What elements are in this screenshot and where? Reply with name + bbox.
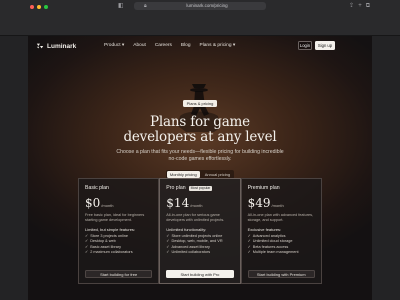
hero-section: Plans & pricing Plans for game developer… (28, 92, 372, 181)
plan-period: /month (190, 203, 203, 208)
check-icon: ✓ (247, 250, 251, 255)
page-title: Plans for game developers at any level (28, 115, 372, 145)
sidebar-toggle-icon[interactable]: ◧ (118, 1, 124, 11)
plan-card-premium: Premium plan $49 /month All-in-one plan … (240, 178, 322, 284)
plan-price: $49 (247, 196, 271, 210)
plan-period: /month (101, 203, 114, 208)
feature-item: ✓ Multiple team management (247, 250, 299, 255)
pricing-page: Luminark Product ▾ About Careers Blog Pl… (28, 36, 372, 300)
menu-item-plans-pricing[interactable]: Plans & pricing ▾ (200, 43, 236, 48)
luminark-logo-icon (36, 43, 44, 49)
plan-name: Pro plan (166, 185, 186, 191)
brand[interactable]: Luminark (36, 42, 76, 50)
main-menu: Product ▾ About Careers Blog Plans & pri… (104, 43, 235, 48)
login-button[interactable]: Login (298, 41, 312, 50)
features-title: Unlimited functionality: (166, 227, 207, 232)
plan-card-basic: Basic plan $0 /month Free basic plan, id… (78, 178, 160, 284)
feature-list: ✓ Advanced analytics ✓ Unlimited cloud sto… (248, 234, 315, 256)
annual-pricing-toggle[interactable]: Annual pricing (202, 171, 233, 178)
maximize-window-button[interactable] (44, 5, 48, 9)
plan-price: $0 (85, 196, 101, 210)
address-bar[interactable]: 🔒︎ luminark.com/pricing (134, 2, 266, 10)
most-popular-badge: Most popular (188, 185, 213, 191)
plan-card-pro: Pro plan Most popular $14 /month All-in-… (159, 178, 241, 284)
browser-actions: ⇪ + ⧉ (349, 1, 370, 11)
menu-item-careers[interactable]: Careers (155, 43, 172, 48)
close-window-button[interactable] (30, 5, 34, 9)
monthly-pricing-toggle[interactable]: Monthly pricing (166, 171, 200, 178)
check-icon: ✓ (85, 250, 89, 255)
feature-list: ✓ Store 3 projects online ✓ Desktop & web … (85, 234, 152, 256)
features-title: Exclusive features: (247, 227, 282, 232)
site-header: Luminark Product ▾ About Careers Blog Pl… (28, 36, 372, 58)
features-title: Limited, but simple features: (85, 227, 136, 232)
headline-line-1: Plans for game (150, 114, 250, 130)
url-text: luminark.com/pricing (186, 3, 228, 8)
plan-description: All-in-one plan with advanced features, … (247, 213, 314, 222)
plan-period: /month (271, 203, 284, 208)
brand-name: Luminark (47, 42, 77, 50)
browser-window: ◧ 🔒︎ luminark.com/pricing ⇪ + ⧉ Luminark… (0, 0, 400, 300)
plan-description: All-in-one plan for serious game develop… (166, 213, 225, 222)
page-subtitle: Choose a plan that fits your needs—flexi… (116, 149, 284, 162)
plan-name: Premium plan (247, 185, 280, 191)
check-icon: ✓ (166, 250, 170, 255)
plan-name: Basic plan (85, 185, 109, 191)
browser-chrome: ◧ 🔒︎ luminark.com/pricing ⇪ + ⧉ (0, 0, 400, 36)
share-icon[interactable]: ⇪ (349, 1, 354, 11)
browser-nav: ◧ (118, 1, 124, 11)
start-free-button[interactable]: Start building for free (85, 270, 153, 278)
pricing-cards: Basic plan $0 /month Free basic plan, id… (78, 178, 322, 284)
new-tab-icon[interactable]: + (358, 1, 362, 11)
start-premium-button[interactable]: Start building with Premium (247, 270, 315, 278)
feature-item: ✓ Unlimited collaborators (166, 250, 211, 255)
plan-price: $14 (166, 196, 190, 210)
menu-item-about[interactable]: About (133, 43, 146, 48)
tabs-overview-icon[interactable]: ⧉ (366, 1, 370, 11)
feature-list: ✓ Store unlimited projects online ✓ Deskto… (166, 234, 233, 256)
minimize-window-button[interactable] (37, 5, 41, 9)
feature-item: ✓ 2 maximum collaborators (85, 250, 133, 255)
lock-icon: 🔒︎ (144, 3, 147, 9)
section-pill: Plans & pricing (182, 100, 218, 107)
menu-item-blog[interactable]: Blog (181, 43, 191, 48)
signup-button[interactable]: Sign up (315, 41, 335, 50)
window-controls (30, 5, 48, 9)
start-pro-button[interactable]: Start building with Pro (166, 270, 234, 278)
menu-item-product[interactable]: Product ▾ (104, 43, 124, 48)
headline-line-2: developers at any level (123, 129, 277, 145)
plan-description: Free basic plan, ideal for beginners sta… (85, 213, 145, 222)
